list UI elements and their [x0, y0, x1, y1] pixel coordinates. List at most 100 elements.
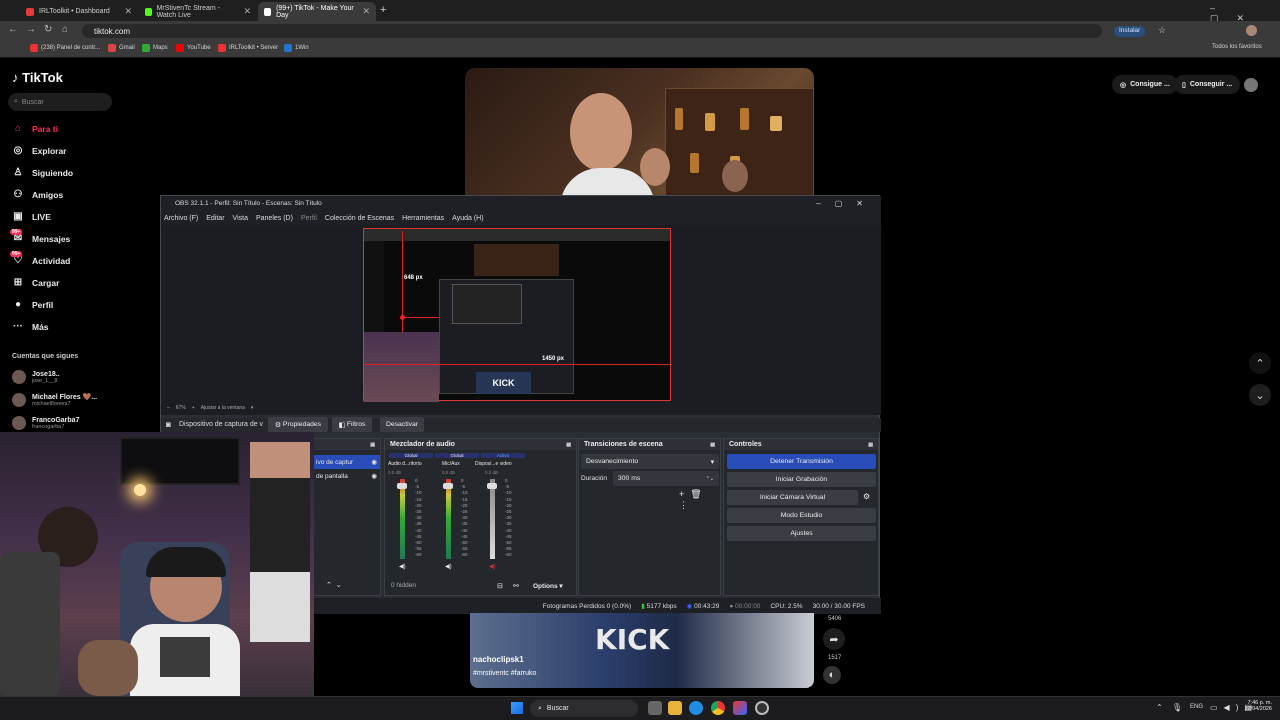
mic-icon[interactable]: 🎙 [1172, 703, 1182, 712]
nav-siguiendo[interactable]: ♙ Siguiendo [12, 167, 74, 178]
deactivate-button[interactable]: Desactivar [380, 417, 424, 432]
file-explorer-icon[interactable] [668, 701, 682, 715]
studio-mode-button[interactable]: Modo Estudio [727, 508, 876, 523]
start-recording-button[interactable]: Iniciar Grabación [727, 472, 876, 487]
source-item[interactable]: ivo de captur ◉ [312, 455, 380, 469]
close-icon[interactable]: ✕ [362, 6, 370, 17]
menu-archivo[interactable]: Archivo (F) [164, 215, 198, 222]
language-indicator[interactable]: ENG [1190, 704, 1203, 710]
zoom-bar[interactable]: –67% + Ajustar a la ventana ▾ [167, 405, 253, 411]
mixer-layout-icon[interactable]: ⊟ [497, 582, 503, 590]
volume-slider[interactable] [443, 483, 453, 489]
tiktok-video[interactable] [465, 68, 814, 208]
duration-stepper[interactable]: 300 ms ⌃⌄ [613, 471, 719, 486]
nav-explorar[interactable]: ◎ Explorar [12, 145, 67, 156]
close-icon[interactable]: ✕ [243, 6, 251, 17]
properties-button[interactable]: ⚙ Propiedades [268, 417, 328, 432]
home-icon[interactable]: ⌂ [62, 24, 68, 35]
window-controls[interactable]: –▢✕ [816, 199, 881, 208]
source-item[interactable]: de pantalla ◉ [312, 469, 380, 483]
mixer-channel-name[interactable]: Mic/Aux [442, 461, 460, 467]
tab-irltoolkit[interactable]: IRLToolkit • Dashboard ✕ [20, 2, 138, 21]
speaker-icon[interactable]: ◀) [399, 563, 406, 570]
start-virtual-camera-button[interactable]: Iniciar Cámara Virtual [727, 490, 858, 505]
windows-start-icon[interactable] [511, 702, 523, 714]
mixer-channel-name[interactable]: Disposi...e video [475, 461, 512, 467]
get-app-button[interactable]: ▯ Conseguir ... [1174, 75, 1241, 94]
kick-clip-video[interactable]: KICK nachoclipsk1 #mrstiventc #farruko [470, 613, 814, 688]
menu-ayuda[interactable]: Ayuda (H) [452, 215, 483, 222]
edge-icon[interactable] [689, 701, 703, 715]
clock[interactable]: 7:46 p. m. 22/04/2026 [1238, 700, 1272, 712]
music-disc-icon[interactable]: ◐ [823, 666, 841, 684]
video-username[interactable]: nachoclipsk1 [473, 655, 524, 664]
eye-icon[interactable]: ◉ [371, 458, 380, 466]
bookmark-1win[interactable]: 1Win [284, 44, 309, 52]
task-view-icon[interactable] [648, 701, 662, 715]
install-button[interactable]: Instalar [1114, 26, 1146, 37]
filters-button[interactable]: ◧ Filtros [332, 417, 372, 432]
mixer-options-button[interactable]: Options ▾ [533, 582, 563, 590]
volume-slider[interactable] [487, 483, 497, 489]
tiktok-logo[interactable]: ♪ TikTok [12, 70, 63, 85]
menu-coleccion[interactable]: Colección de Escenas [325, 215, 394, 222]
mixer-channel-name[interactable]: Audio d...ritorio [388, 461, 422, 467]
nav-para-ti[interactable]: ⌂ Para ti [12, 123, 58, 134]
obs-icon[interactable] [755, 701, 769, 715]
nav-perfil[interactable]: ● Perfil [12, 299, 53, 310]
search-input[interactable]: ⌕ Buscar [8, 93, 112, 111]
followed-account[interactable]: Michael Flores 🤎... michaelflorees7 [12, 393, 97, 407]
bookmark-irltoolkit[interactable]: IRLToolkit • Server [218, 44, 278, 52]
new-tab-icon[interactable]: + [380, 4, 386, 16]
obs-preview-area[interactable]: KICK 648 px 1450 px –67% + Ajustar a la ve… [161, 225, 881, 415]
bookmark-youtube[interactable]: YouTube [176, 44, 211, 52]
url-field[interactable]: tiktok.com [82, 24, 1102, 38]
chevron-up-icon[interactable]: ⌃ [1156, 703, 1163, 712]
nav-amigos[interactable]: ⚇ Amigos [12, 189, 64, 200]
capcut-icon[interactable] [733, 701, 747, 715]
eye-icon[interactable]: ◉ [371, 472, 380, 480]
gear-icon[interactable]: ⚙ [863, 492, 870, 501]
video-hashtags[interactable]: #mrstiventc #farruko [473, 670, 536, 677]
tab-kick[interactable]: MrStivenTc Stream - Watch Live ✕ [139, 2, 257, 21]
volume-slider[interactable] [397, 483, 407, 489]
star-icon[interactable]: ☆ [1158, 25, 1166, 36]
taskbar-search[interactable]: ⌕ Buscar [530, 700, 638, 717]
transition-actions[interactable]: +🗑⋮ [679, 489, 720, 511]
menu-paneles[interactable]: Paneles (D) [256, 215, 293, 222]
nav-cargar[interactable]: ⊞ Cargar [12, 277, 60, 288]
transition-select[interactable]: Desvanecimiento ▾ [581, 454, 719, 469]
get-coins-button[interactable]: ◎ Consigue ... [1112, 75, 1178, 94]
menu-perfil[interactable]: Perfil [301, 215, 317, 222]
bookmark-gmail[interactable]: Gmail [108, 44, 135, 52]
nav-actividad[interactable]: ♡ 99+ Actividad [10, 251, 70, 266]
stop-streaming-button[interactable]: Detener Transmisión [727, 454, 876, 469]
followed-account[interactable]: FrancoGarba7 francogarba7 [12, 416, 79, 430]
menu-herramientas[interactable]: Herramientas [402, 215, 444, 222]
menu-vista[interactable]: Vista [233, 215, 248, 222]
menu-editar[interactable]: Editar [206, 215, 224, 222]
scroll-down-icon[interactable]: ⌄ [1249, 384, 1271, 406]
scroll-up-icon[interactable]: ⌃ [1249, 352, 1271, 374]
close-icon[interactable]: ✕ [124, 6, 132, 17]
back-icon[interactable]: ← [8, 24, 18, 35]
bookmark-panel[interactable]: (238) Panel de contr... [30, 44, 100, 52]
tab-tiktok[interactable]: (99+) TikTok - Make Your Day ✕ [258, 2, 376, 21]
bookmark-maps[interactable]: Maps [142, 44, 168, 52]
reload-icon[interactable]: ↻ [44, 24, 52, 35]
followed-account[interactable]: Jose18.. jose_1__8 [12, 370, 60, 384]
avatar[interactable] [1244, 78, 1258, 92]
nav-mensajes[interactable]: ✉ 99+ Mensajes [10, 229, 70, 244]
nav-mas[interactable]: ··· Más [12, 321, 49, 332]
chrome-icon[interactable] [711, 701, 725, 715]
share-icon[interactable]: ➦ [823, 628, 845, 650]
nav-live[interactable]: ▣ LIVE [12, 211, 51, 222]
all-bookmarks[interactable]: Todos los favoritos [1212, 44, 1262, 50]
speaker-muted-icon[interactable]: ◀) [489, 563, 496, 570]
settings-button[interactable]: Ajustes [727, 526, 876, 541]
link-icon[interactable]: ⚯ [513, 582, 519, 590]
move-source-arrows[interactable]: ⌃ ⌄ [326, 581, 342, 589]
speaker-icon[interactable]: ◀) [445, 563, 452, 570]
forward-icon[interactable]: → [26, 24, 36, 35]
obs-preview-canvas[interactable]: KICK 648 px 1450 px [363, 228, 672, 402]
